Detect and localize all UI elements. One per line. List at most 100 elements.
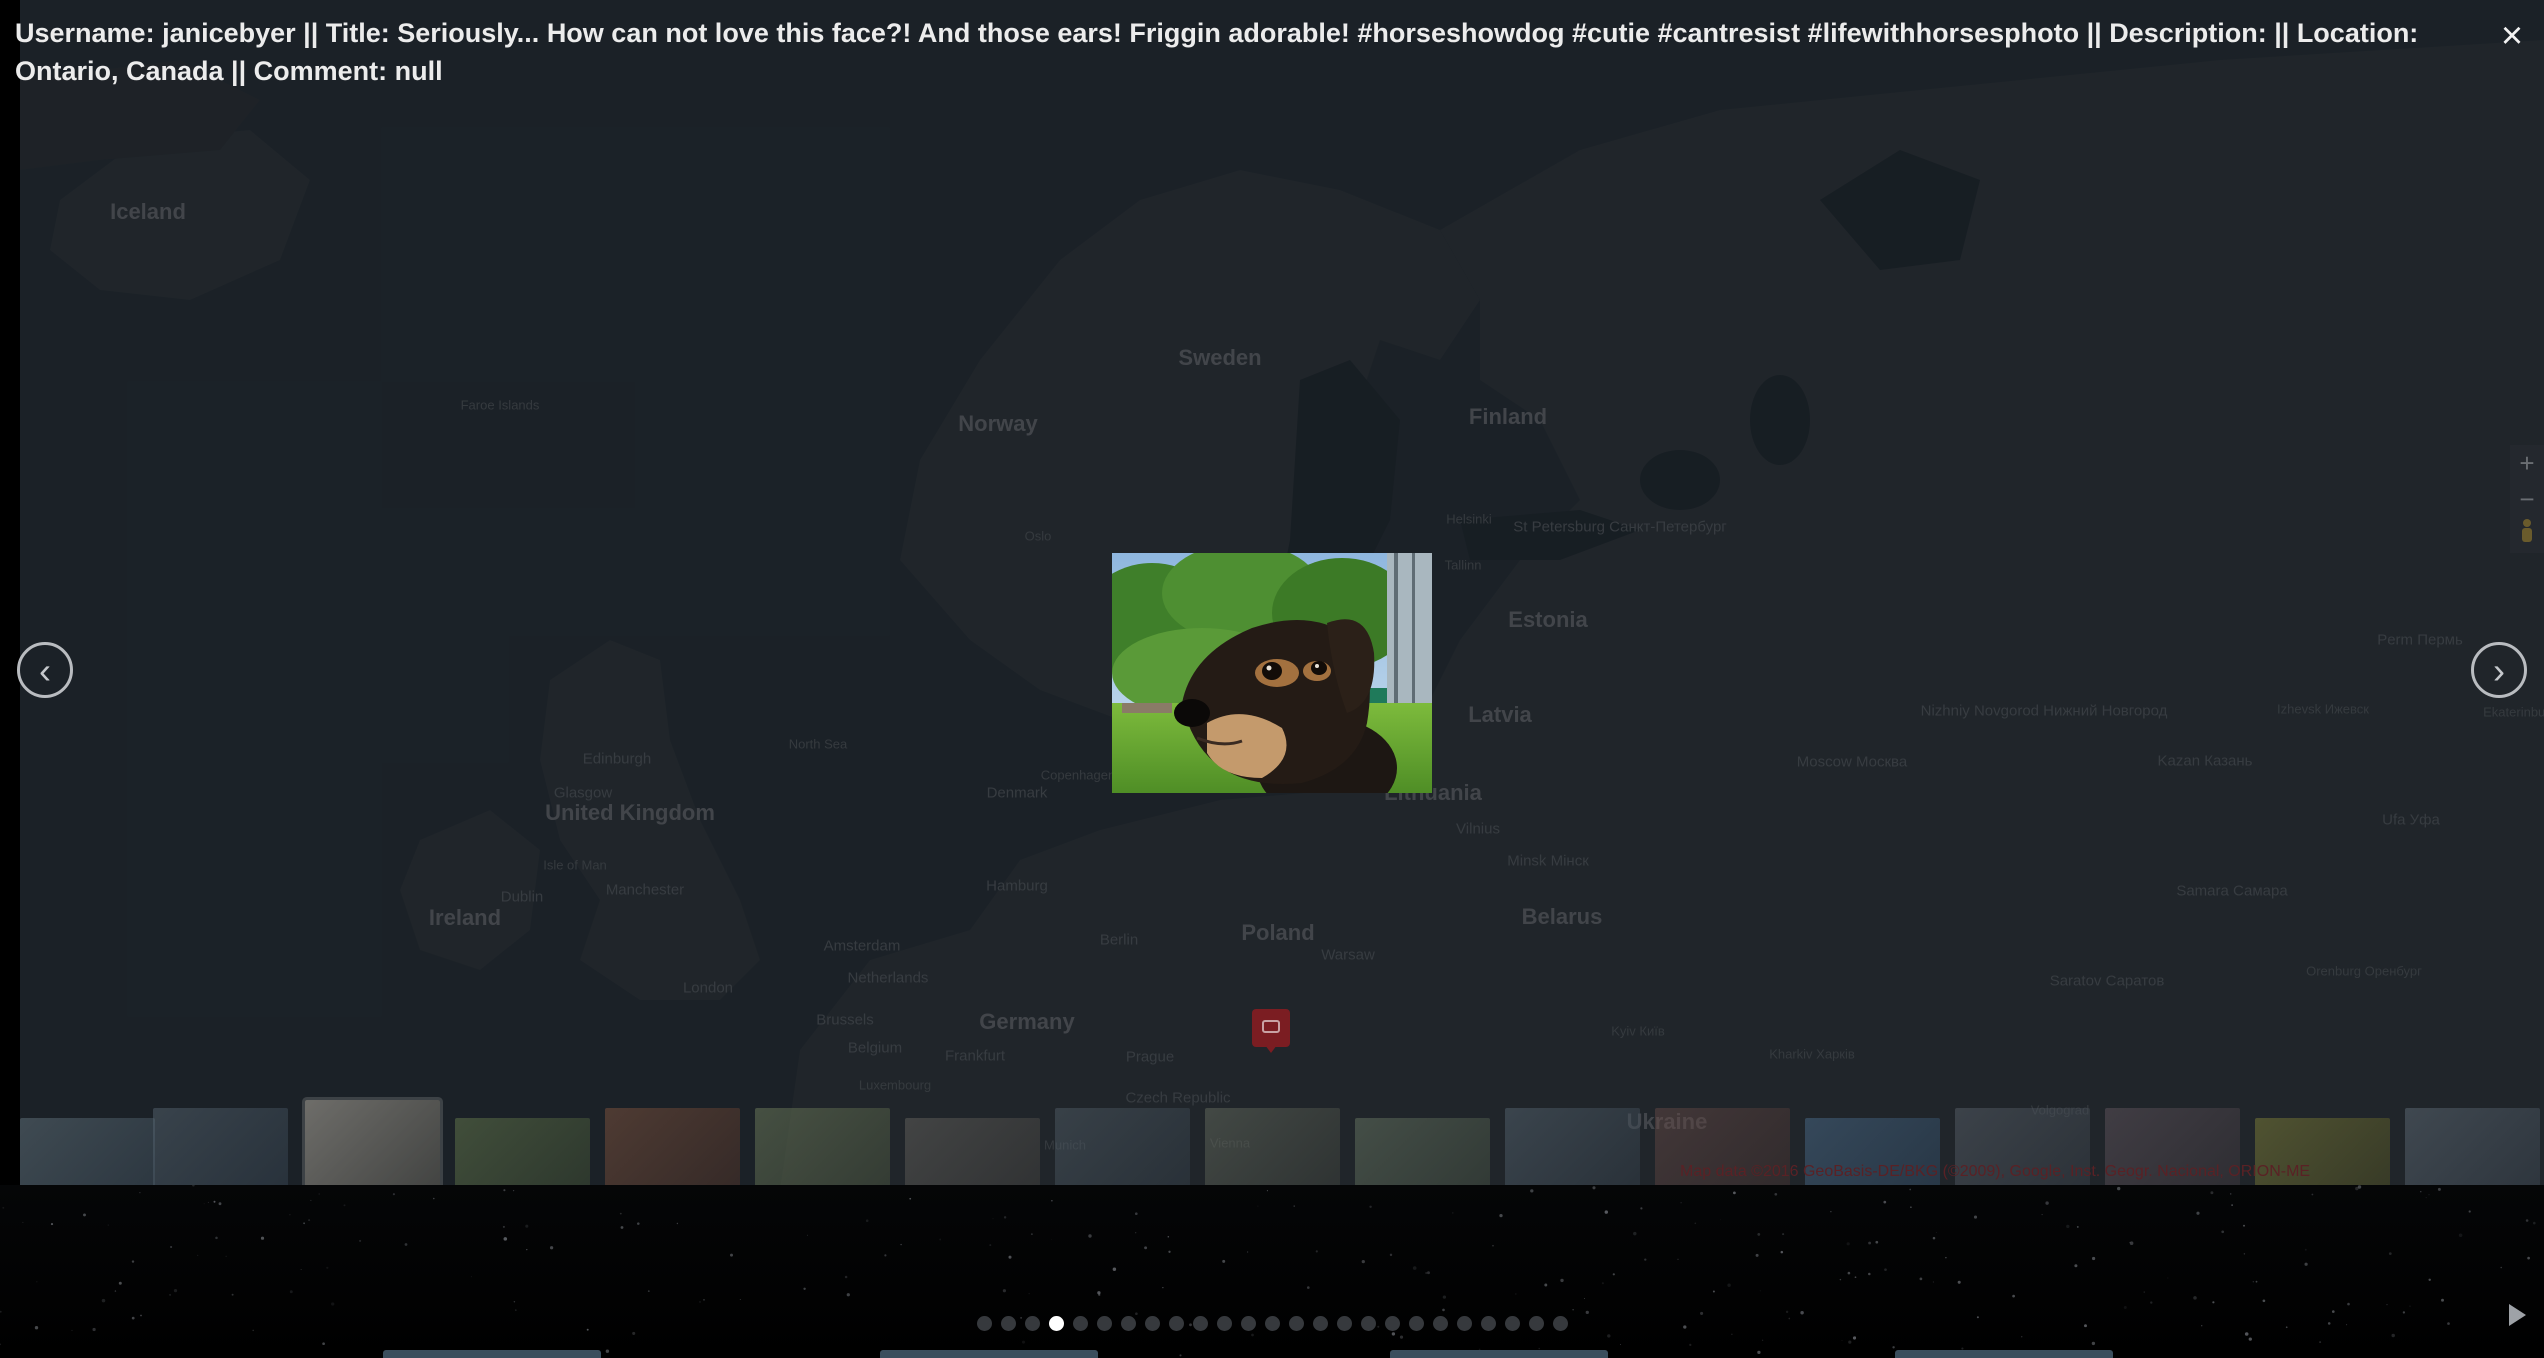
star-dot: [2255, 1280, 2258, 1283]
star-dot: [676, 1222, 679, 1225]
star-dot: [1452, 1212, 1454, 1214]
star-dot: [1257, 1205, 1259, 1207]
previous-button[interactable]: ‹: [17, 642, 73, 698]
slide-pager: [977, 1316, 1577, 1334]
star-dot: [2041, 1214, 2043, 1216]
bottom-tab[interactable]: [1895, 1350, 2113, 1358]
pager-dot[interactable]: [1433, 1316, 1448, 1331]
star-dot: [392, 1193, 395, 1196]
pager-dot[interactable]: [1529, 1316, 1544, 1331]
map-pin-marker[interactable]: [1252, 1009, 1290, 1053]
map-label: Perm Пермь: [2377, 631, 2463, 649]
pager-dot[interactable]: [1097, 1316, 1112, 1331]
next-button[interactable]: ›: [2471, 642, 2527, 698]
star-dot: [2074, 1264, 2078, 1268]
star-dot: [1002, 1289, 1006, 1293]
pager-dot[interactable]: [1361, 1316, 1376, 1331]
star-dot: [992, 1218, 994, 1220]
pager-dot[interactable]: [1025, 1316, 1040, 1331]
star-dot: [2386, 1303, 2388, 1306]
star-dot: [1733, 1191, 1736, 1195]
star-dot: [1572, 1309, 1574, 1311]
star-dot: [1883, 1200, 1887, 1204]
pager-dot-active[interactable]: [1049, 1316, 1064, 1331]
pager-dot[interactable]: [1001, 1316, 1016, 1331]
star-dot: [2231, 1204, 2233, 1206]
pegman-icon[interactable]: [2510, 517, 2544, 553]
star-dot: [83, 1213, 86, 1217]
star-dot: [101, 1298, 106, 1303]
map-label: Glasgow: [553, 784, 613, 802]
star-dot: [2304, 1248, 2307, 1251]
star-dot: [2304, 1262, 2308, 1266]
map-label: Minsk Мінск: [1507, 852, 1589, 870]
star-dot: [1003, 1216, 1007, 1219]
star-dot: [1601, 1282, 1604, 1285]
star-dot: [2409, 1305, 2411, 1307]
pager-dot[interactable]: [1217, 1316, 1232, 1331]
pager-dot[interactable]: [1409, 1316, 1424, 1331]
star-dot: [1868, 1241, 1872, 1245]
star-dot: [2458, 1233, 2463, 1238]
map-label: Belarus: [1521, 904, 1603, 929]
pager-dot[interactable]: [1169, 1316, 1184, 1331]
star-dot: [2437, 1187, 2441, 1191]
bottom-tab[interactable]: [880, 1350, 1098, 1358]
pager-dot[interactable]: [1265, 1316, 1280, 1331]
pager-dot[interactable]: [1481, 1316, 1496, 1331]
star-dot: [2468, 1210, 2471, 1213]
star-dot: [1841, 1339, 1843, 1341]
pager-dot[interactable]: [1145, 1316, 1160, 1331]
pager-dot[interactable]: [1385, 1316, 1400, 1331]
star-dot: [1021, 1340, 1026, 1344]
star-dot: [1544, 1283, 1548, 1287]
pager-dot[interactable]: [1505, 1316, 1520, 1331]
star-dot: [1755, 1253, 1759, 1257]
star-dot: [1030, 1233, 1033, 1236]
star-dot: [1945, 1256, 1947, 1259]
star-dot: [2347, 1302, 2350, 1306]
star-dot: [1644, 1258, 1647, 1261]
map-label: Hamburg: [986, 877, 1048, 895]
pager-dot[interactable]: [1457, 1316, 1472, 1331]
star-dot: [139, 1192, 141, 1194]
bottom-tab[interactable]: [1390, 1350, 1608, 1358]
dog-photo: [1112, 553, 1432, 793]
star-dot: [470, 1276, 472, 1278]
close-button[interactable]: ×: [2494, 16, 2530, 56]
pager-dot[interactable]: [1121, 1316, 1136, 1331]
map-attribution[interactable]: Map data ©2016 GeoBasis-DE/BKG (©2009), …: [1680, 1163, 2540, 1181]
pager-dot[interactable]: [1553, 1316, 1568, 1331]
star-dot: [2210, 1191, 2214, 1195]
pager-dot[interactable]: [1289, 1316, 1304, 1331]
map-label: Kharkiv Харків: [1769, 1046, 1855, 1062]
star-dot: [1719, 1219, 1721, 1221]
star-dot: [34, 1326, 39, 1330]
pager-dot[interactable]: [1241, 1316, 1256, 1331]
star-dot: [846, 1293, 850, 1297]
star-dot: [1847, 1271, 1851, 1275]
star-dot: [620, 1226, 624, 1229]
zoom-in-button[interactable]: +: [2510, 445, 2544, 481]
map-label: Latvia: [1468, 702, 1532, 727]
star-dot: [865, 1219, 869, 1222]
map-label: Saratov Саратов: [2049, 972, 2165, 990]
pager-dot[interactable]: [1193, 1316, 1208, 1331]
star-dot: [1848, 1340, 1852, 1344]
map-label: Brussels: [816, 1011, 874, 1029]
star-dot: [605, 1349, 610, 1353]
star-dot: [2391, 1333, 2395, 1338]
pin-tip: [1265, 1045, 1277, 1053]
star-dot: [322, 1342, 325, 1346]
pager-dot[interactable]: [977, 1316, 992, 1331]
play-icon[interactable]: [2509, 1304, 2526, 1326]
star-dot: [503, 1189, 506, 1192]
star-dot: [1868, 1272, 1871, 1276]
bottom-tab[interactable]: [383, 1350, 601, 1358]
pager-dot[interactable]: [1337, 1316, 1352, 1331]
zoom-out-button[interactable]: −: [2510, 481, 2544, 517]
star-dot: [1442, 1295, 1447, 1299]
pager-dot[interactable]: [1073, 1316, 1088, 1331]
pager-dot[interactable]: [1313, 1316, 1328, 1331]
map-label: Poland: [1241, 920, 1315, 945]
